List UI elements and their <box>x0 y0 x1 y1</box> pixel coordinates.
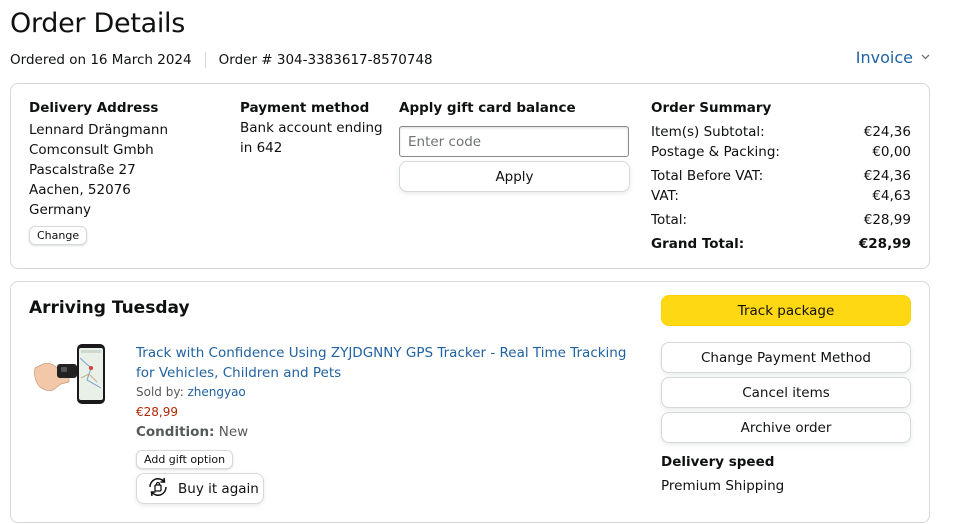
summary-label: Total: <box>651 212 688 228</box>
gift-code-input[interactable] <box>399 126 629 157</box>
invoice-dropdown[interactable]: Invoice <box>856 48 930 67</box>
summary-label: Total Before VAT: <box>651 168 764 184</box>
payment-line: Bank account ending <box>240 120 383 136</box>
product-title-link[interactable]: Track with Confidence Using ZYJDGNNY GPS… <box>136 343 636 383</box>
address-line: Germany <box>29 202 92 218</box>
order-summary-section: Order Summary Item(s) Subtotal: €24,36 P… <box>651 100 911 260</box>
order-summary-heading: Order Summary <box>651 100 772 116</box>
shipment-card: Arriving Tuesday Track with Confidence U… <box>10 281 930 523</box>
sold-by: Sold by: zhengyao <box>136 385 246 399</box>
payment-method-section: Payment method Bank account ending in 64… <box>240 100 383 158</box>
summary-row: Total: €28,99 <box>651 212 911 228</box>
add-gift-option-button[interactable]: Add gift option <box>136 450 234 469</box>
meta-divider <box>204 52 206 68</box>
order-info-card: Delivery Address Lennard Drängmann Comco… <box>10 83 930 269</box>
summary-row: Postage & Packing: €0,00 <box>651 144 911 160</box>
summary-label: VAT: <box>651 188 679 204</box>
delivery-speed-heading: Delivery speed <box>661 454 775 470</box>
ordered-on-date: Ordered on 16 March 2024 <box>10 52 192 68</box>
sold-by-label: Sold by: <box>136 385 184 399</box>
summary-label: Postage & Packing: <box>651 144 780 160</box>
buy-again-icon <box>146 475 170 503</box>
order-number: Order # 304-3383617-8570748 <box>218 52 433 68</box>
summary-value: €24,36 <box>863 124 911 140</box>
arrival-status: Arriving Tuesday <box>29 298 190 318</box>
delivery-speed-value: Premium Shipping <box>661 478 785 494</box>
buy-again-label: Buy it again <box>178 480 259 497</box>
address-line: Comconsult Gmbh <box>29 142 154 158</box>
product-price: €28,99 <box>136 405 178 419</box>
cancel-items-button[interactable]: Cancel items <box>661 377 911 408</box>
track-package-button[interactable]: Track package <box>661 295 911 326</box>
payment-method-heading: Payment method <box>240 100 370 116</box>
delivery-address-heading: Delivery Address <box>29 100 159 116</box>
chevron-down-icon <box>921 52 930 63</box>
apply-button[interactable]: Apply <box>399 161 630 192</box>
payment-method-text: Bank account ending in 642 <box>240 118 383 158</box>
invoice-label: Invoice <box>855 48 913 67</box>
summary-value: €24,36 <box>863 168 911 184</box>
gift-card-heading: Apply gift card balance <box>399 100 576 116</box>
grand-total-row: Grand Total: €28,99 <box>651 236 911 252</box>
summary-row: Item(s) Subtotal: €24,36 <box>651 124 911 140</box>
delivery-address-section: Delivery Address Lennard Drängmann Comco… <box>29 100 168 245</box>
address-line: Aachen, 52076 <box>29 182 131 198</box>
change-payment-method-button[interactable]: Change Payment Method <box>661 342 911 373</box>
gift-card-section: Apply gift card balance Apply <box>399 100 639 220</box>
page-title: Order Details <box>10 8 186 39</box>
delivery-address-lines: Lennard Drängmann Comconsult Gmbh Pascal… <box>29 120 168 220</box>
payment-line: in 642 <box>240 140 283 156</box>
order-meta: Ordered on 16 March 2024 Order # 304-338… <box>10 52 433 68</box>
address-line: Lennard Drängmann <box>29 122 169 138</box>
summary-row: Total Before VAT: €24,36 <box>651 168 911 184</box>
summary-value: €0,00 <box>872 144 911 160</box>
seller-link[interactable]: zhengyao <box>187 385 245 399</box>
grand-total-label: Grand Total: <box>651 236 745 252</box>
buy-again-button[interactable]: Buy it again <box>136 473 264 504</box>
condition-label: Condition: <box>136 424 215 440</box>
address-line: Pascalstraße 27 <box>29 162 136 178</box>
summary-value: €4,63 <box>872 188 911 204</box>
grand-total-value: €28,99 <box>858 236 911 252</box>
summary-value: €28,99 <box>863 212 911 228</box>
archive-order-button[interactable]: Archive order <box>661 412 911 443</box>
summary-label: Item(s) Subtotal: <box>651 124 765 140</box>
product-image[interactable] <box>31 338 131 408</box>
product-condition: Condition: New <box>136 424 248 440</box>
gift-option-wrap: Add gift option <box>136 448 234 469</box>
condition-value: New <box>218 424 249 440</box>
summary-row: VAT: €4,63 <box>651 188 911 204</box>
change-address-button[interactable]: Change <box>29 226 88 245</box>
